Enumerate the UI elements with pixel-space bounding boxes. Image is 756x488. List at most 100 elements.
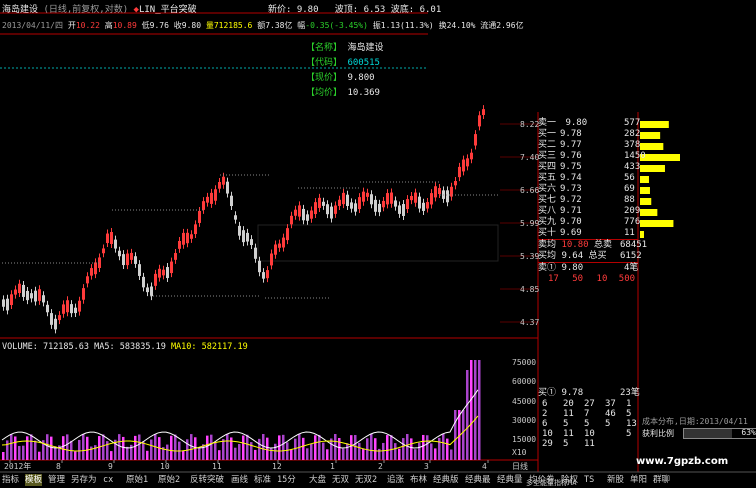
date-axis-label: 10	[160, 462, 170, 471]
buy-row-2[interactable]: 买二 9.77 378	[538, 140, 641, 151]
volume-axis-label: 75000	[512, 358, 536, 367]
menu-item[interactable]: 大盘	[309, 474, 326, 486]
buy-row-3[interactable]: 买三 9.76 1450	[538, 151, 646, 162]
close-label: 收	[173, 21, 182, 30]
candle-body	[454, 180, 457, 186]
candle-body	[122, 254, 125, 266]
buy-label: 买一	[538, 129, 557, 139]
volume-header: VOLUME: 712185.63 MA5: 583835.19 MA10: 5…	[2, 342, 248, 352]
depth-bar	[640, 231, 644, 238]
buy-avg-label: 买均	[538, 251, 557, 261]
volume-bar	[266, 437, 269, 460]
buy-row-10[interactable]: 买十 9.69 11	[538, 228, 638, 239]
buy-vol: 69	[624, 184, 635, 194]
volume-bar	[286, 442, 289, 460]
turnover-value: 24.10%	[446, 21, 476, 30]
candle-body	[126, 253, 129, 266]
volume-bar	[478, 360, 481, 460]
menu-item[interactable]: cx	[103, 474, 113, 486]
volume-bar	[234, 447, 237, 460]
candle-body	[154, 273, 157, 286]
candle-body	[398, 205, 401, 214]
volume-bar	[166, 444, 169, 460]
menu-item[interactable]: 另存为	[71, 474, 97, 486]
menu-item[interactable]: 原始2	[158, 474, 180, 486]
volume-bar	[390, 435, 393, 460]
volume-bar	[122, 436, 125, 460]
sell-vol: 577	[624, 118, 641, 128]
candle-body	[334, 205, 337, 214]
buy-vol: 88	[624, 195, 635, 205]
volume-bar	[198, 447, 201, 460]
menu-item[interactable]: 无双	[332, 474, 349, 486]
date-axis-label: 2	[378, 462, 383, 471]
menu-item[interactable]: 新股	[607, 474, 624, 486]
menu-item[interactable]: 反转突破	[190, 474, 224, 486]
low-value: 9.76	[149, 21, 169, 30]
menu-item[interactable]: 原始1	[126, 474, 148, 486]
candle-body	[174, 253, 177, 260]
menu-item[interactable]: 经典量	[497, 474, 523, 486]
candle-body	[46, 304, 49, 313]
buy-row-7[interactable]: 买七 9.72 88	[538, 195, 638, 206]
volume-bar	[242, 435, 245, 460]
candle-body	[38, 289, 41, 301]
volume-bar	[138, 434, 141, 460]
float-label: 流通	[480, 21, 497, 30]
sell-row-1[interactable]: 卖一 9.80 577	[538, 118, 641, 129]
menu-item[interactable]: 追涨	[387, 474, 404, 486]
buy-queue-cell: 11	[563, 409, 574, 419]
total-sell-label: 总卖	[593, 240, 612, 250]
menu-item[interactable]: 布林	[410, 474, 427, 486]
volume-bar	[134, 435, 137, 460]
buy-row-9[interactable]: 买九 9.70 776	[538, 217, 640, 228]
candle-body	[162, 269, 165, 276]
buy-row-6[interactable]: 买六 9.73 69	[538, 184, 638, 195]
depth-bar	[640, 154, 680, 161]
low-label: 低	[141, 21, 150, 30]
menu-item[interactable]: 经典最	[465, 474, 491, 486]
wave-top-value: 6.53	[363, 5, 386, 15]
candle-body	[210, 192, 213, 204]
volume-bar	[302, 437, 305, 460]
volume-bar	[422, 434, 425, 460]
buy-row-5[interactable]: 买五 9.74 56	[538, 173, 638, 184]
volume-bar	[258, 438, 261, 460]
menu-item[interactable]: 无双2	[355, 474, 377, 486]
menu-item[interactable]: TS	[584, 474, 594, 486]
candle-body	[410, 195, 413, 201]
candle-body	[186, 232, 189, 244]
menu-item[interactable]: 画线	[231, 474, 248, 486]
volume-bar	[334, 434, 337, 460]
buy-queue-cell: 11	[563, 429, 574, 439]
depth-bar	[640, 143, 664, 150]
menu-item[interactable]: 15分	[277, 474, 296, 486]
candle-body	[166, 267, 169, 279]
candle-body	[198, 210, 201, 223]
candle-body	[234, 215, 237, 220]
menu-item[interactable]: 标准	[254, 474, 271, 486]
menu-item[interactable]: 单阳	[630, 474, 647, 486]
volume-bar	[18, 445, 21, 460]
buy-vol: 378	[624, 140, 641, 150]
buy-vol: 1450	[624, 151, 646, 161]
candle-body	[6, 298, 9, 311]
menu-item[interactable]: 管理	[48, 474, 65, 486]
candle-body	[86, 276, 89, 284]
buy-queue-cell: 1	[626, 399, 632, 409]
buy-queue-row: 10 11 10 5	[538, 429, 638, 439]
menu-item[interactable]: 群聊	[653, 474, 670, 486]
date-axis-label: 2012年	[4, 461, 31, 471]
volume-bar	[226, 434, 229, 460]
volume-bar	[474, 360, 477, 460]
candle-body	[346, 194, 349, 206]
buy-row-4[interactable]: 买四 9.75 433	[538, 162, 640, 173]
buy-queue-row: 29 5 11	[538, 439, 638, 449]
menu-item[interactable]: 经典版	[433, 474, 459, 486]
menu-item[interactable]: 模板	[25, 474, 43, 486]
buy-row-1[interactable]: 买一 9.78 282	[538, 129, 640, 140]
watermark: www.7gpzb.com	[636, 456, 729, 467]
buy-row-8[interactable]: 买八 9.71 209	[538, 206, 640, 217]
menu-item[interactable]: 指标	[2, 474, 19, 486]
chart-mode: (日线,前复权,对数)	[43, 5, 129, 15]
